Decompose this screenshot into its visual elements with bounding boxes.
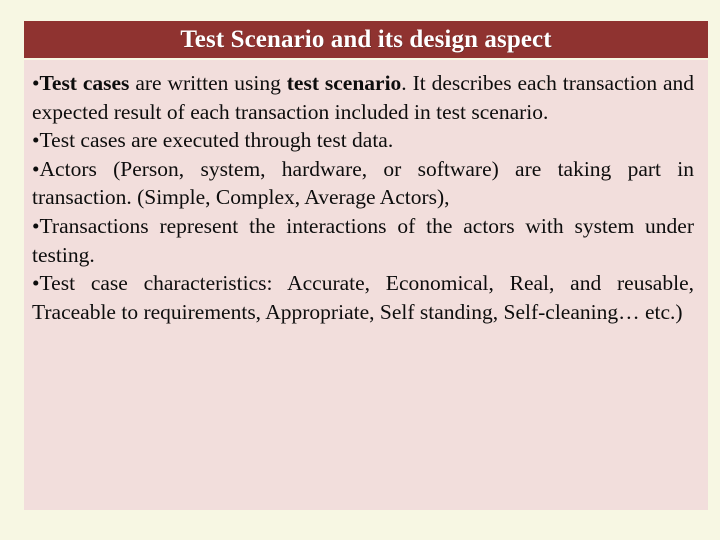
list-item: Actors (Person, system, hardware, or sof… (32, 155, 694, 212)
bullet-list: Test cases are written using test scenar… (32, 69, 694, 326)
list-item: Test cases are executed through test dat… (32, 126, 694, 155)
slide-content-box: Test cases are written using test scenar… (24, 60, 708, 510)
slide-root: Test Scenario and its design aspect Test… (0, 0, 720, 540)
bullet-text: are written using (129, 71, 287, 95)
bullet-text: Actors (Person, system, hardware, or sof… (32, 156, 694, 210)
bullet-text-emphasis: Test cases (39, 71, 130, 95)
list-item: Test cases are written using test scenar… (32, 69, 694, 126)
list-item: Transactions represent the interactions … (32, 212, 694, 269)
slide-title-bar: Test Scenario and its design aspect (24, 21, 708, 58)
bullet-text: Test cases are executed through test dat… (39, 128, 394, 153)
bullet-text-emphasis: test scenario (286, 71, 402, 95)
page-title: Test Scenario and its design aspect (180, 26, 552, 53)
bullet-text: Test case characteristics: Accurate, Eco… (32, 271, 694, 324)
list-item: Test case characteristics: Accurate, Eco… (32, 269, 694, 326)
bullet-text: Transactions represent the interactions … (32, 213, 694, 267)
